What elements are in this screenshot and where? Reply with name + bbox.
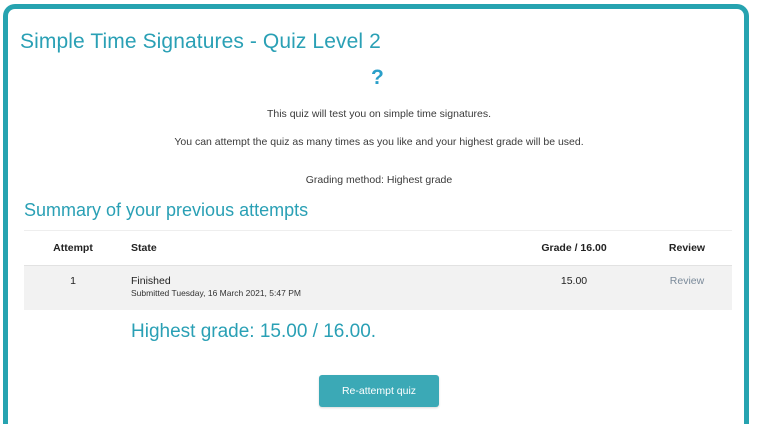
- attempt-state: Finished Submitted Tuesday, 16 March 202…: [131, 275, 301, 299]
- quiz-intro-line-2: You can attempt the quiz as many times a…: [174, 136, 584, 148]
- column-header-state: State: [131, 242, 157, 254]
- question-mark-icon[interactable]: ?: [371, 67, 384, 88]
- reattempt-quiz-button[interactable]: Re-attempt quiz: [319, 375, 439, 407]
- column-header-attempt: Attempt: [53, 242, 93, 254]
- page-title: Simple Time Signatures - Quiz Level 2: [20, 30, 381, 53]
- column-header-review: Review: [668, 242, 706, 254]
- summary-heading: Summary of your previous attempts: [24, 200, 309, 220]
- submitted-timestamp: Submitted Tuesday, 16 March 2021, 5:47 P…: [131, 288, 301, 298]
- review-link[interactable]: Review: [652, 275, 722, 287]
- state-label: Finished: [131, 275, 171, 287]
- grading-method: Grading method: Highest grade: [305, 174, 453, 186]
- highest-grade: Highest grade: 15.00 / 16.00.: [131, 321, 377, 342]
- quiz-intro-line-1: This quiz will test you on simple time s…: [266, 108, 492, 120]
- table-header: Attempt State Grade / 16.00 Review: [24, 230, 732, 265]
- attempt-number: 1: [70, 275, 76, 287]
- attempt-grade: 15.00: [560, 275, 588, 287]
- attempts-table: Attempt State Grade / 16.00 Review 1 Fin…: [24, 230, 732, 310]
- column-header-grade: Grade / 16.00: [541, 242, 607, 254]
- table-row: 1 Finished Submitted Tuesday, 16 March 2…: [24, 265, 732, 310]
